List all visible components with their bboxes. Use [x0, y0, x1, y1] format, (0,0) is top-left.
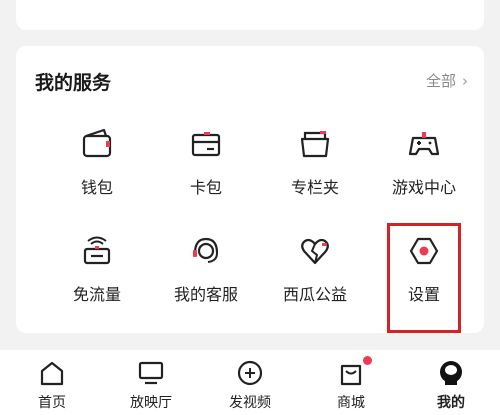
section-title: 我的服务	[35, 72, 112, 94]
nav-screening-hall[interactable]: 放映厅	[111, 358, 191, 412]
gamepad-icon	[408, 132, 440, 156]
card-holder-icon	[191, 132, 221, 157]
nav-label: 我的	[437, 395, 465, 411]
service-label: 专栏夹	[290, 178, 339, 197]
charity-heart-icon	[301, 238, 329, 265]
service-free-data[interactable]: 免流量	[42, 231, 152, 311]
home-icon	[40, 361, 64, 386]
service-label: 卡包	[189, 178, 222, 197]
nav-home[interactable]: 首页	[12, 358, 92, 412]
profile-icon	[440, 361, 462, 385]
service-charity[interactable]: 西瓜公益	[260, 231, 370, 311]
service-customer-support[interactable]: 我的客服	[151, 231, 261, 311]
settings-highlight-box	[387, 223, 461, 333]
service-label: 我的客服	[173, 285, 238, 304]
notification-dot	[363, 356, 372, 365]
view-all-link[interactable]: 全部 ›	[426, 70, 468, 91]
service-column-folder[interactable]: 专栏夹	[260, 124, 370, 204]
service-label: 免流量	[72, 285, 121, 304]
service-label: 游戏中心	[391, 178, 456, 197]
service-label: 西瓜公益	[282, 285, 347, 304]
previous-section-strip	[16, 0, 484, 30]
nav-label: 首页	[38, 395, 66, 411]
shopping-bag-icon	[340, 364, 362, 386]
nav-me[interactable]: 我的	[411, 358, 491, 412]
service-card-holder[interactable]: 卡包	[151, 124, 261, 204]
nav-label: 商城	[337, 395, 365, 411]
service-label: 钱包	[80, 178, 113, 197]
bottom-navigation: 首页 放映厅 发视频 商城 我的	[0, 350, 500, 415]
nav-label: 发视频	[229, 395, 271, 411]
free-data-icon	[83, 236, 111, 265]
nav-label: 放映厅	[130, 395, 172, 411]
chevron-right-icon: ›	[462, 71, 468, 90]
screen-icon	[138, 361, 164, 385]
service-game-center[interactable]: 游戏中心	[369, 124, 479, 204]
service-wallet[interactable]: 钱包	[42, 124, 152, 204]
nav-mall[interactable]: 商城	[311, 356, 391, 412]
nav-post-video[interactable]: 发视频	[210, 358, 290, 412]
wallet-icon	[82, 128, 112, 158]
view-all-label: 全部	[425, 72, 456, 90]
add-video-icon	[237, 360, 263, 386]
column-folder-icon	[300, 131, 330, 158]
headset-icon	[193, 237, 219, 263]
